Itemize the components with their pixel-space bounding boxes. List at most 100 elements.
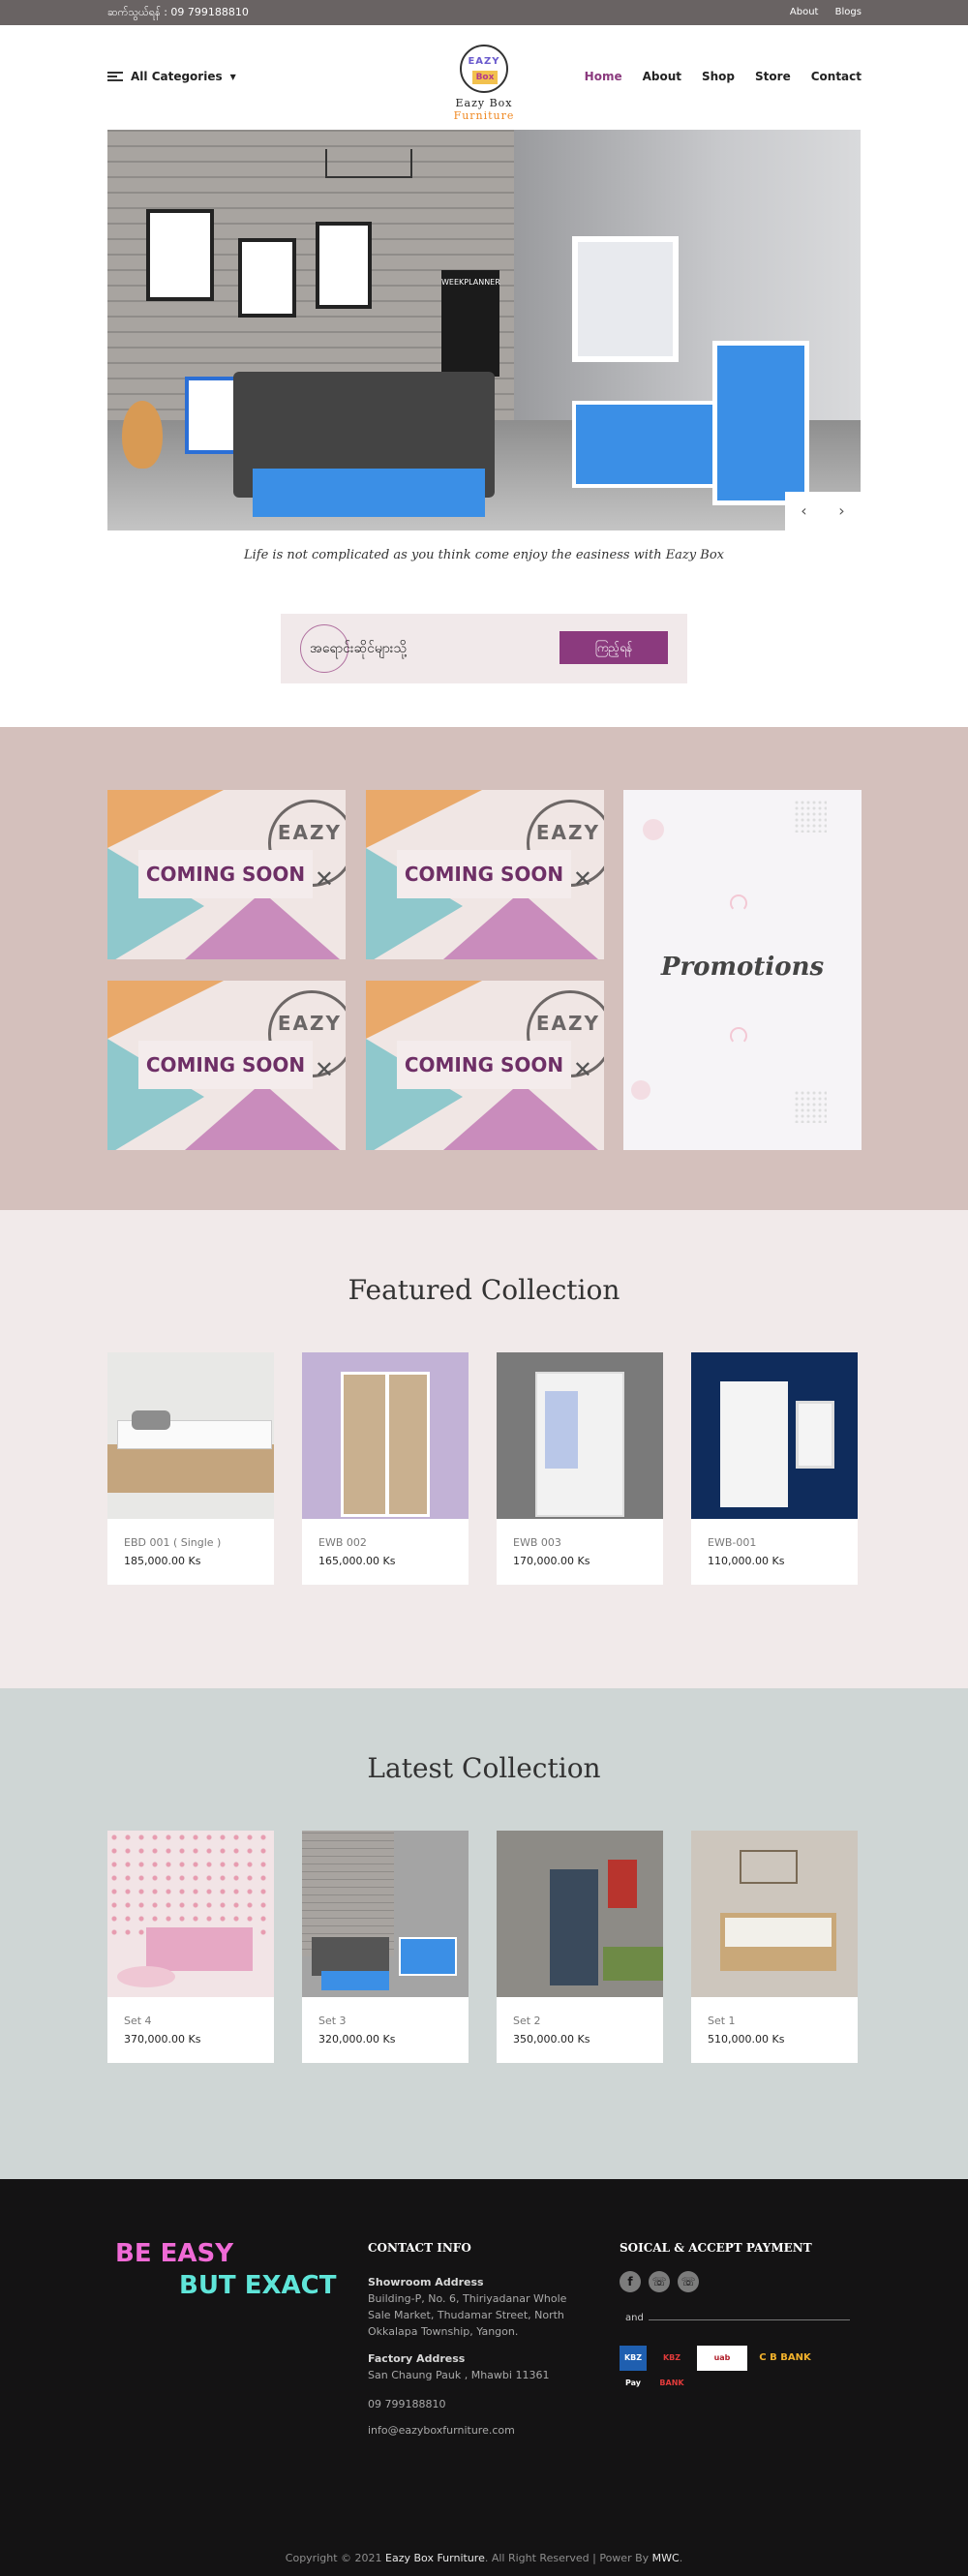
product-price: 170,000.00 Ks (513, 1555, 590, 1567)
top-bar: ဆက်သွယ်ရန် : 09 799188810 About Blogs (0, 0, 968, 25)
copyright-middle: . All Right Reserved | Power By (484, 2552, 650, 2564)
coming-soon-tile[interactable]: EAZY COMING SOON ✕ (366, 790, 604, 959)
chevron-right-icon[interactable]: › (823, 492, 861, 530)
store-locator-box: အရောင်းဆိုင်များသို့ ကြည့်ရန် (281, 614, 687, 683)
hero-bed-base (253, 469, 485, 517)
coming-soon-label: COMING SOON (138, 1041, 313, 1089)
kbzpay-logo: KBZ Pay (620, 2346, 647, 2387)
footer-phone[interactable]: 09 799188810 (368, 2396, 445, 2412)
nav-about[interactable]: About (643, 70, 681, 83)
topbar-phone: ဆက်သွယ်ရန် : 09 799188810 (107, 6, 249, 18)
site-header: All Categories ▼ EAZY Box Eazy Box Furni… (0, 25, 968, 130)
slogan-line-2: BUT EXACT (179, 2271, 337, 2300)
tile-brand: EAZY (277, 1012, 342, 1035)
view-stores-button[interactable]: ကြည့်ရန် (560, 631, 668, 664)
product-image (497, 1831, 663, 1997)
social-heading: SOICAL & ACCEPT PAYMENT (620, 2241, 812, 2255)
coming-soon-tile[interactable]: EAZY COMING SOON ✕ (107, 981, 346, 1150)
nav-store[interactable]: Store (755, 70, 791, 83)
viber-icon[interactable]: ☏ (678, 2271, 699, 2292)
cb-bank-logo: C B BANK (759, 2352, 811, 2363)
hero-picture-frame (238, 238, 296, 318)
uab-logo: uab (697, 2346, 747, 2371)
viber-icon[interactable]: ☏ (649, 2271, 670, 2292)
kbz-bank-logo: KBZ BANK (659, 2353, 684, 2387)
power-by-link[interactable]: MWC (652, 2552, 680, 2564)
hero-picture-frame (146, 209, 214, 301)
coming-soon-label: COMING SOON (138, 850, 313, 898)
caret-down-icon: ▼ (229, 72, 236, 81)
hero-weekplanner: WEEKPLANNER (441, 270, 500, 377)
coming-soon-tile[interactable]: EAZY COMING SOON ✕ (107, 790, 346, 959)
decor-dot (631, 1080, 650, 1100)
x-icon: ✕ (572, 865, 592, 893)
copyright-brand-link[interactable]: Eazy Box Furniture (385, 2552, 485, 2564)
tile-brand: EAZY (277, 821, 342, 844)
topbar-link-about[interactable]: About (790, 7, 819, 17)
product-card[interactable]: Set 4 370,000.00 Ks (107, 1831, 274, 2063)
coming-soon-label: COMING SOON (397, 850, 571, 898)
decor-arc (730, 894, 747, 912)
product-card[interactable]: EWB-001 110,000.00 Ks (691, 1352, 858, 1585)
main-nav: Home About Shop Store Contact (585, 70, 862, 83)
logo-word-brand: Eazy Box (455, 97, 513, 109)
decor-dot-grid (794, 800, 827, 833)
product-image (497, 1352, 663, 1519)
promotions-title: Promotions (660, 953, 825, 982)
product-image (691, 1831, 858, 1997)
slogan-line-1: BE EASY (115, 2239, 234, 2268)
product-card[interactable]: EBD 001 ( Single ) 185,000.00 Ks (107, 1352, 274, 1585)
footer-email[interactable]: info@eazyboxfurniture.com (368, 2422, 515, 2439)
topbar-link-blogs[interactable]: Blogs (835, 7, 862, 17)
product-name: EBD 001 ( Single ) (124, 1536, 222, 1549)
product-image (107, 1352, 274, 1519)
product-card[interactable]: Set 3 320,000.00 Ks (302, 1831, 469, 2063)
hero-ceiling-lamp (325, 149, 412, 178)
nav-home[interactable]: Home (585, 70, 622, 83)
product-card[interactable]: EWB 003 170,000.00 Ks (497, 1352, 663, 1585)
x-icon: ✕ (572, 1056, 592, 1083)
nav-shop[interactable]: Shop (702, 70, 735, 83)
hero-planner-text: WEEKPLANNER (441, 278, 500, 287)
hero-tagline: Life is not complicated as you think com… (244, 548, 724, 562)
logo-wordmark: Eazy Box Furniture (431, 97, 537, 122)
product-price: 185,000.00 Ks (124, 1555, 201, 1567)
tile-brand: EAZY (535, 821, 600, 844)
hero-slider[interactable]: WEEKPLANNER ‹ › (107, 130, 861, 530)
facebook-icon[interactable]: f (620, 2271, 641, 2292)
product-price: 320,000.00 Ks (318, 2033, 396, 2046)
copyright-prefix: Copyright © 2021 (285, 2552, 382, 2564)
topbar-links: About Blogs (776, 7, 862, 17)
store-label: အရောင်းဆိုင်များသို့ (310, 641, 407, 656)
promotions-card[interactable]: Promotions (623, 790, 862, 1150)
latest-collection-section: Latest Collection Set 4 370,000.00 Ks Se… (0, 1688, 968, 2179)
hero-controls: ‹ › (785, 492, 861, 530)
product-name: Set 4 (124, 2015, 152, 2027)
logo-line1: EAZY (468, 56, 500, 67)
logo-line2: Box (472, 71, 498, 84)
factory-label: Factory Address (368, 2352, 466, 2365)
featured-title: Featured Collection (348, 1274, 620, 1306)
hero-guitar (122, 401, 163, 469)
chevron-left-icon[interactable]: ‹ (785, 492, 823, 530)
product-price: 110,000.00 Ks (708, 1555, 785, 1567)
product-name: EWB-001 (708, 1536, 757, 1549)
product-price: 370,000.00 Ks (124, 2033, 201, 2046)
and-divider: and (620, 2313, 850, 2326)
site-logo[interactable]: EAZY Box Eazy Box Furniture (431, 45, 537, 122)
product-image (302, 1831, 469, 1997)
all-categories-label: All Categories (131, 70, 223, 83)
hero-picture-frame (316, 222, 372, 309)
factory-block: Factory Address San Chaung Pauk , Mhawbi… (368, 2350, 571, 2383)
copyright: Copyright © 2021 Eazy Box Furniture. All… (285, 2552, 683, 2564)
all-categories-dropdown[interactable]: All Categories ▼ (107, 70, 236, 83)
product-card[interactable]: Set 1 510,000.00 Ks (691, 1831, 858, 2063)
product-name: Set 2 (513, 2015, 541, 2027)
coming-soon-tile[interactable]: EAZY COMING SOON ✕ (366, 981, 604, 1150)
x-icon: ✕ (314, 865, 334, 893)
nav-contact[interactable]: Contact (811, 70, 862, 83)
showroom-block: Showroom Address Building-P, No. 6, Thir… (368, 2274, 571, 2340)
product-card[interactable]: EWB 002 165,000.00 Ks (302, 1352, 469, 1585)
product-card[interactable]: Set 2 350,000.00 Ks (497, 1831, 663, 2063)
x-icon: ✕ (314, 1056, 334, 1083)
